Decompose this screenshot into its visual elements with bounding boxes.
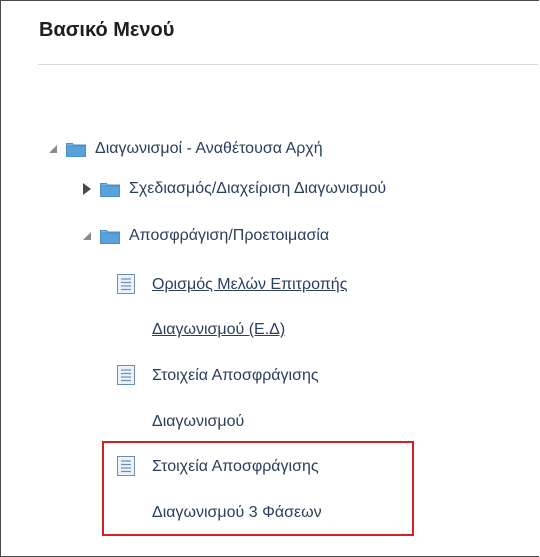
tree-node-planning-label: Σχεδιασμός/Διαχείριση Διαγωνισμού xyxy=(129,180,387,197)
committee-members-link-line2[interactable]: Διαγωνισμού (Ε.Δ) xyxy=(152,321,285,339)
tree-node-root-label: Διαγωνισμοί - Αναθέτουσα Αρχή xyxy=(95,140,323,157)
menu-panel: Βασικό Μενού Διαγωνισμοί - Αναθέτουσα Αρ… xyxy=(0,0,539,557)
panel-title: Βασικό Μενού xyxy=(39,19,175,41)
folder-icon xyxy=(100,228,120,244)
triangle-down-icon[interactable] xyxy=(46,142,60,156)
page-icon xyxy=(117,365,135,385)
tree-node-unsealing[interactable]: Αποσφράγιση/Προετοιμασία xyxy=(80,223,329,249)
title-divider xyxy=(38,64,538,65)
highlight-box xyxy=(102,441,414,536)
tree-node-unsealing-label: Αποσφράγιση/Προετοιμασία xyxy=(129,227,330,244)
committee-members-link-line1[interactable]: Ορισμός Μελών Επιτροπής xyxy=(152,276,347,294)
tree-node-root[interactable]: Διαγωνισμοί - Αναθέτουσα Αρχή xyxy=(46,136,323,162)
tree-node-planning[interactable]: Σχεδιασμός/Διαχείριση Διαγωνισμού xyxy=(80,176,386,202)
page-icon xyxy=(117,274,135,294)
triangle-down-icon[interactable] xyxy=(80,229,94,243)
folder-icon xyxy=(66,141,86,157)
triangle-right-icon[interactable] xyxy=(80,182,94,196)
unsealing-details-line2[interactable]: Διαγωνισμού xyxy=(152,413,244,431)
unsealing-details-line1[interactable]: Στοιχεία Αποσφράγισης xyxy=(152,367,319,385)
folder-icon xyxy=(100,181,120,197)
